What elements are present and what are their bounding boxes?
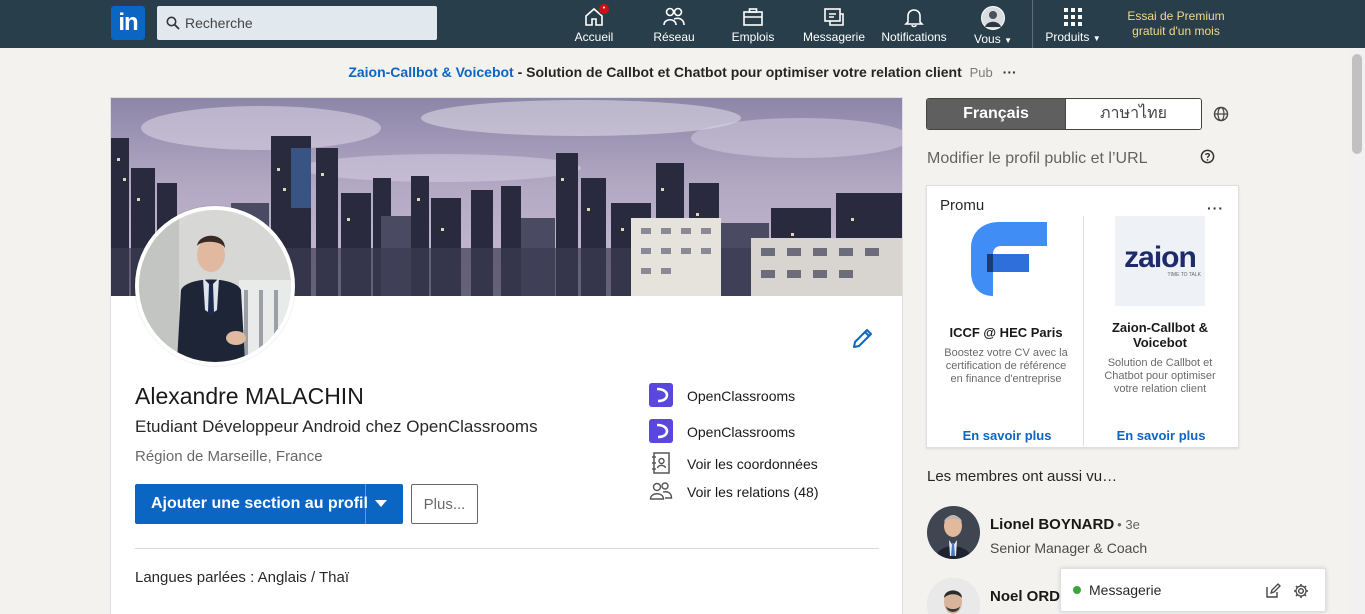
premium-line-2: gratuit d'un mois (1132, 24, 1220, 38)
person-card[interactable]: Lionel BOYNARD • 3e Senior Manager & Coac… (927, 506, 1227, 562)
help-icon[interactable] (1200, 149, 1215, 164)
nav-home-label: Accueil (574, 30, 614, 44)
openclassrooms-logo-icon (649, 419, 673, 443)
nav-jobs-label: Emplois (731, 30, 775, 44)
profile-card: Alexandre MALACHIN Etudiant Développeur … (110, 97, 903, 614)
education-school-label: OpenClassrooms (687, 424, 796, 440)
zaion-logo-text: zaion (1124, 241, 1197, 274)
profile-name: Alexandre MALACHIN (135, 383, 364, 409)
network-icon (663, 7, 685, 26)
nav-network[interactable]: Réseau (648, 0, 700, 48)
connections-label: Voir les relations (48) (687, 484, 819, 500)
education-school[interactable]: OpenClassrooms (649, 419, 889, 445)
nav-divider (1032, 0, 1033, 48)
nav-home[interactable]: • Accueil (570, 0, 618, 48)
more-icon[interactable]: ··· (1207, 200, 1224, 216)
button-divider (365, 484, 366, 524)
connections-link[interactable]: Voir les relations (48) (649, 479, 889, 505)
promo-description: Solution de Callbot et Chatbot pour opti… (1104, 357, 1216, 395)
languages-spoken: Langues parlées : Anglais / Thaï (135, 569, 350, 586)
person-name[interactable]: Noel ORD (990, 588, 1060, 605)
gear-icon[interactable] (1293, 583, 1309, 599)
top-nav: in • Accueil Réseau Emplois Messagerie N… (0, 0, 1365, 48)
promo-name: ICCF @ HEC Paris (949, 325, 1063, 340)
nav-me[interactable]: Vous ▼ (968, 0, 1018, 48)
openclassrooms-logo-icon (649, 383, 673, 407)
search-box[interactable] (157, 6, 437, 40)
premium-line-1: Essai de Premium (1127, 9, 1225, 23)
promo-item-iccf[interactable]: ICCF @ HEC Paris Boostez votre CV avec l… (931, 216, 1081, 386)
ad-text[interactable]: - Solution de Callbot et Chatbot pour op… (514, 64, 962, 80)
messaging-icon (824, 8, 844, 26)
profile-photo[interactable] (135, 206, 295, 366)
notification-badge: • (598, 3, 610, 15)
current-company[interactable]: OpenClassrooms (649, 383, 889, 409)
nav-network-label: Réseau (653, 30, 695, 44)
promoted-title: Promu (940, 197, 985, 214)
nav-notifications[interactable]: Notifications (878, 0, 950, 48)
search-input[interactable] (185, 6, 430, 40)
chevron-down-icon: ▼ (1004, 36, 1012, 45)
add-profile-section-button[interactable]: Ajouter une section au profil (135, 484, 403, 524)
globe-icon[interactable] (1213, 106, 1229, 122)
chevron-down-icon: ▼ (1092, 34, 1101, 43)
person-name[interactable]: Lionel BOYNARD (990, 516, 1114, 533)
avatar (981, 6, 1005, 30)
current-company-label: OpenClassrooms (687, 388, 796, 404)
ad-advertiser[interactable]: Zaion-Callbot & Voicebot (348, 64, 513, 80)
promo-divider (1083, 216, 1084, 446)
learn-more-link-iccf[interactable]: En savoir plus (929, 428, 1085, 443)
profile-headline: Etudiant Développeur Android chez OpenCl… (135, 417, 538, 436)
also-viewed-heading: Les membres ont aussi vu… (927, 468, 1118, 485)
people-icon (649, 482, 673, 500)
page-scrollbar[interactable] (1349, 48, 1365, 614)
edit-pencil-icon[interactable] (851, 326, 875, 350)
nav-notifications-label: Notifications (881, 30, 947, 44)
nav-me-label: Vous (974, 32, 1001, 46)
promoted-card: Promu ··· ICCF @ HEC Paris Boostez votre… (926, 185, 1239, 448)
ad-more-icon[interactable]: ··· (1003, 64, 1017, 80)
profile-location: Région de Marseille, France (135, 448, 323, 465)
caret-down-icon[interactable] (375, 500, 387, 507)
language-option-thai[interactable]: ภาษาไทย (1065, 99, 1201, 129)
nav-jobs[interactable]: Emplois (728, 0, 778, 48)
contact-card-icon (652, 452, 670, 474)
promo-item-zaion[interactable]: zaion TIME TO TALK Zaion-Callbot & Voice… (1085, 216, 1235, 396)
iccf-logo-icon (971, 222, 1047, 296)
language-option-french[interactable]: Français (927, 99, 1065, 129)
messaging-overlay-bar[interactable]: Messagerie (1060, 568, 1326, 612)
avatar[interactable] (927, 578, 980, 614)
promo-description: Boostez votre CV avec la certification d… (944, 347, 1068, 385)
grid-icon (1064, 8, 1082, 26)
linkedin-logo[interactable]: in (111, 6, 145, 40)
ad-pub-label: Pub (969, 65, 993, 80)
zaion-logo: zaion TIME TO TALK (1115, 216, 1205, 306)
connection-degree: • 3e (1117, 517, 1140, 532)
avatar[interactable] (927, 506, 980, 559)
person-title: Senior Manager & Coach (990, 540, 1148, 556)
bell-icon (904, 9, 924, 28)
messaging-label[interactable]: Messagerie (1089, 582, 1161, 598)
nav-messaging-label: Messagerie (802, 30, 866, 44)
sponsored-ad-line[interactable]: Zaion-Callbot & Voicebot - Solution de C… (0, 64, 1365, 80)
briefcase-icon (743, 8, 763, 26)
edit-public-profile-link[interactable]: Modifier le profil public et l’URL (927, 150, 1148, 168)
profile-language-toggle: Français ภาษาไทย (926, 98, 1202, 130)
online-status-icon (1073, 586, 1081, 594)
nav-products[interactable]: Produits ▼ (1040, 0, 1106, 48)
search-icon (166, 16, 180, 30)
scrollbar-thumb[interactable] (1352, 54, 1362, 154)
zaion-logo-tagline: TIME TO TALK (1167, 272, 1201, 278)
nav-messaging[interactable]: Messagerie (802, 0, 866, 48)
promo-name: Zaion-Callbot & Voicebot (1111, 320, 1209, 350)
divider (135, 548, 879, 549)
compose-icon[interactable] (1265, 583, 1281, 599)
contact-info-label: Voir les coordonnées (687, 456, 818, 472)
learn-more-link-zaion[interactable]: En savoir plus (1083, 428, 1239, 443)
add-profile-section-label: Ajouter une section au profil (151, 495, 368, 512)
nav-products-label: Produits (1045, 30, 1090, 44)
premium-trial-link[interactable]: Essai de Premium gratuit d'un mois (1118, 9, 1234, 39)
contact-info-link[interactable]: Voir les coordonnées (649, 451, 889, 477)
more-actions-button[interactable]: Plus... (411, 484, 478, 524)
